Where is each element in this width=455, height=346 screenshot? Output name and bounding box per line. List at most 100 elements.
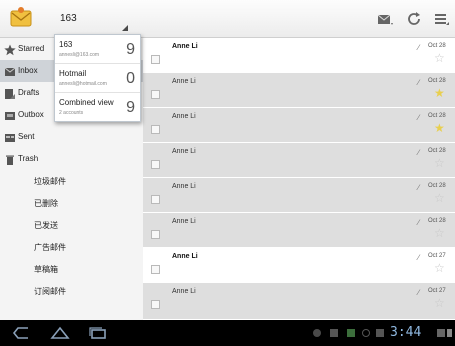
action-bar: 163: [0, 0, 455, 38]
message-row[interactable]: Anne Li ∕ Oct 28 ★: [143, 108, 455, 143]
message-sender: Anne Li: [172, 113, 196, 120]
folder-trash[interactable]: Trash: [0, 148, 143, 170]
recent-apps-icon[interactable]: [88, 325, 108, 341]
folder-label: 垃圾邮件: [34, 177, 66, 186]
folder-label: Sent: [18, 132, 35, 141]
message-row[interactable]: Anne Li ∕ Oct 28 ★: [143, 73, 455, 108]
message-checkbox[interactable]: [151, 230, 160, 239]
message-checkbox[interactable]: [151, 90, 160, 99]
folder-label: 草稿箱: [34, 265, 58, 274]
star-icon[interactable]: ★: [434, 122, 445, 134]
unread-count: 9: [126, 41, 135, 58]
email-notification-icon[interactable]: [376, 329, 384, 337]
folder-sent[interactable]: Sent: [0, 126, 143, 148]
folder-label: 已删除: [34, 199, 58, 208]
message-date: Oct 28: [428, 113, 446, 119]
drafts-icon: [4, 87, 16, 99]
folder-subscriptions[interactable]: 订阅邮件: [0, 280, 143, 302]
outbox-icon: [4, 109, 16, 121]
account-address: annesli@163.com: [59, 52, 100, 58]
folder-label: Drafts: [18, 88, 40, 97]
folder-label: Trash: [18, 154, 39, 163]
star-icon[interactable]: ☆: [434, 157, 445, 169]
message-date: Oct 28: [428, 148, 446, 154]
menu-icon[interactable]: [432, 10, 450, 28]
folder-deleted[interactable]: 已删除: [0, 192, 143, 214]
account-item-163[interactable]: 163 annesli@163.com 9: [55, 35, 140, 64]
attachment-icon: ∕: [418, 183, 420, 192]
message-sender: Anne Li: [172, 218, 196, 225]
message-sender: Anne Li: [172, 78, 196, 85]
account-address: 2 accounts: [59, 110, 84, 116]
account-title: 163: [60, 13, 77, 24]
folder-ads[interactable]: 广告邮件: [0, 236, 143, 258]
account-name: 163: [59, 40, 73, 49]
star-icon[interactable]: ☆: [434, 192, 445, 204]
message-row[interactable]: Anne Li ∕ Oct 28 ☆: [143, 213, 455, 248]
message-sender: Anne Li: [172, 253, 198, 260]
unread-count: 9: [126, 99, 135, 116]
folder-spam[interactable]: 垃圾邮件: [0, 170, 143, 192]
back-icon[interactable]: [12, 325, 32, 341]
message-date: Oct 28: [428, 218, 446, 224]
folder-label: 广告邮件: [34, 243, 66, 252]
attachment-icon: ∕: [418, 78, 420, 87]
message-sender: Anne Li: [172, 183, 196, 190]
star-icon[interactable]: ☆: [434, 297, 445, 309]
message-date: Oct 27: [428, 288, 446, 294]
message-checkbox[interactable]: [151, 160, 160, 169]
account-item-hotmail[interactable]: Hotmail annesli@hotmail.com 0: [55, 64, 140, 93]
attachment-icon: ∕: [418, 288, 420, 297]
account-address: annesli@hotmail.com: [59, 81, 107, 87]
account-name: Hotmail: [59, 69, 87, 78]
account-item-combined[interactable]: Combined view 2 accounts 9: [55, 93, 140, 122]
message-row[interactable]: Anne Li ∕ Oct 28 ☆: [143, 38, 455, 73]
account-name: Combined view: [59, 98, 114, 107]
refresh-icon[interactable]: [405, 10, 423, 28]
attachment-icon: ∕: [418, 218, 420, 227]
account-spinner[interactable]: 163: [40, 0, 132, 38]
star-icon[interactable]: ☆: [434, 262, 445, 274]
attachment-icon: ∕: [418, 113, 420, 122]
unread-count: 0: [126, 70, 135, 87]
clock[interactable]: 3:44: [390, 325, 421, 340]
wifi-icon: [437, 329, 445, 337]
message-date: Oct 28: [428, 43, 446, 49]
folder-label: 已发送: [34, 221, 58, 230]
spinner-triangle-icon: [122, 25, 128, 31]
attachment-icon: ∕: [418, 253, 420, 262]
star-icon[interactable]: ☆: [434, 227, 445, 239]
message-checkbox[interactable]: [151, 55, 160, 64]
inbox-icon: [4, 65, 16, 77]
message-row[interactable]: Anne Li ∕ Oct 28 ☆: [143, 143, 455, 178]
sent-icon: [4, 131, 16, 143]
info-icon[interactable]: [362, 329, 370, 337]
home-icon[interactable]: [50, 325, 70, 341]
envelope-icon[interactable]: [376, 10, 394, 28]
message-row[interactable]: Anne Li ∕ Oct 27 ☆: [143, 248, 455, 283]
message-checkbox[interactable]: [151, 300, 160, 309]
message-checkbox[interactable]: [151, 125, 160, 134]
folder-sent-cn[interactable]: 已发送: [0, 214, 143, 236]
battery-icon: [447, 329, 452, 337]
android-icon[interactable]: [347, 329, 355, 337]
account-dropdown: 163 annesli@163.com 9 Hotmail annesli@ho…: [54, 34, 141, 122]
message-list: Anne Li ∕ Oct 28 ☆ Anne Li ∕ Oct 28 ★ An…: [143, 38, 455, 320]
system-bar: 3:44: [0, 320, 455, 346]
message-sender: Anne Li: [172, 148, 196, 155]
email-app-icon[interactable]: [9, 6, 33, 30]
notification-icon[interactable]: [313, 329, 321, 337]
message-row[interactable]: Anne Li ∕ Oct 28 ☆: [143, 178, 455, 213]
folder-label: 订阅邮件: [34, 287, 66, 296]
message-checkbox[interactable]: [151, 265, 160, 274]
folder-label: Starred: [18, 44, 45, 53]
message-sender: Anne Li: [172, 288, 196, 295]
message-row[interactable]: Anne Li ∕ Oct 27 ☆: [143, 283, 455, 320]
star-icon[interactable]: ☆: [434, 52, 445, 64]
message-checkbox[interactable]: [151, 195, 160, 204]
star-icon[interactable]: ★: [434, 87, 445, 99]
message-date: Oct 28: [428, 183, 446, 189]
usb-icon[interactable]: [330, 329, 338, 337]
folder-drafts-cn[interactable]: 草稿箱: [0, 258, 143, 280]
message-sender: Anne Li: [172, 43, 198, 50]
